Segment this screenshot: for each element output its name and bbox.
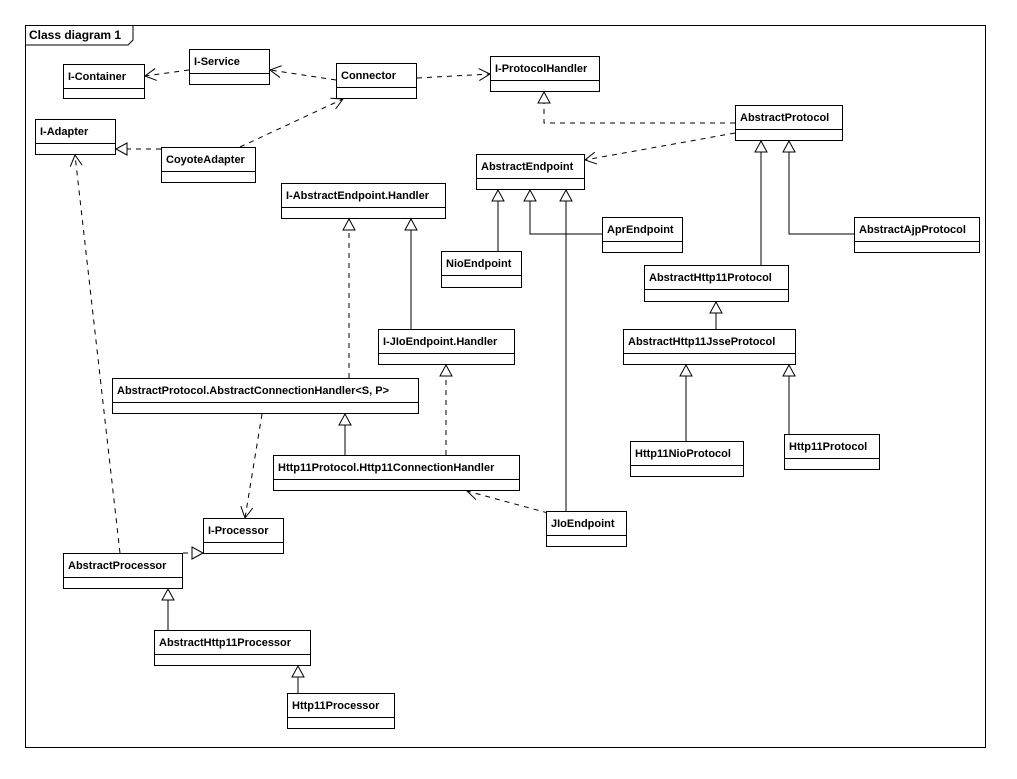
class-abstract-processor[interactable]: AbstractProcessor bbox=[63, 553, 183, 589]
class-jio-endpoint[interactable]: JIoEndpoint bbox=[546, 511, 627, 547]
class-name: AbstractProcessor bbox=[64, 554, 182, 578]
class-i-processor[interactable]: I-Processor bbox=[203, 518, 284, 554]
class-http11-nio-protocol[interactable]: Http11NioProtocol bbox=[630, 441, 744, 477]
class-name: AbstractHttp11JsseProtocol bbox=[624, 330, 795, 354]
class-http11-connection-handler[interactable]: Http11Protocol.Http11ConnectionHandler bbox=[273, 455, 520, 491]
class-nio-endpoint[interactable]: NioEndpoint bbox=[441, 251, 522, 288]
class-coyote-adapter[interactable]: CoyoteAdapter bbox=[161, 147, 256, 183]
class-name: AbstractProtocol.AbstractConnectionHandl… bbox=[113, 379, 418, 403]
class-i-protocol-handler[interactable]: I-ProtocolHandler bbox=[490, 56, 600, 92]
class-i-service[interactable]: I-Service bbox=[189, 49, 270, 85]
class-http11-protocol[interactable]: Http11Protocol bbox=[784, 434, 880, 470]
class-i-container[interactable]: I-Container bbox=[63, 64, 145, 99]
frame-title: Class diagram 1 bbox=[29, 28, 122, 42]
class-name: I-Service bbox=[190, 50, 269, 74]
class-name: AbstractHttp11Protocol bbox=[645, 266, 788, 290]
class-abstract-http11-protocol[interactable]: AbstractHttp11Protocol bbox=[644, 265, 789, 302]
class-name: I-Container bbox=[64, 65, 144, 89]
class-name: Http11Processor bbox=[288, 694, 394, 718]
class-name: Http11Protocol.Http11ConnectionHandler bbox=[274, 456, 519, 480]
class-i-adapter[interactable]: I-Adapter bbox=[35, 119, 116, 155]
class-http11-processor[interactable]: Http11Processor bbox=[287, 693, 395, 729]
class-name: I-Adapter bbox=[36, 120, 115, 144]
class-abstract-ajp-protocol[interactable]: AbstractAjpProtocol bbox=[854, 217, 980, 253]
class-name: AprEndpoint bbox=[603, 218, 682, 242]
class-name: AbstractAjpProtocol bbox=[855, 218, 979, 242]
class-apr-endpoint[interactable]: AprEndpoint bbox=[602, 217, 683, 253]
class-abstract-connection-handler[interactable]: AbstractProtocol.AbstractConnectionHandl… bbox=[112, 378, 419, 414]
class-name: AbstractEndpoint bbox=[477, 155, 584, 179]
class-i-abstract-endpoint-handler[interactable]: I-AbstractEndpoint.Handler bbox=[281, 183, 446, 219]
class-abstract-http11-processor[interactable]: AbstractHttp11Processor bbox=[154, 630, 311, 666]
class-name: Connector bbox=[337, 64, 416, 88]
class-name: AbstractProtocol bbox=[736, 106, 842, 130]
class-name: AbstractHttp11Processor bbox=[155, 631, 310, 655]
class-connector[interactable]: Connector bbox=[336, 63, 417, 99]
class-name: I-Processor bbox=[204, 519, 283, 543]
class-name: NioEndpoint bbox=[442, 252, 521, 276]
class-name: Http11Protocol bbox=[785, 435, 879, 459]
class-name: JIoEndpoint bbox=[547, 512, 626, 536]
class-abstract-http11-jsse-protocol[interactable]: AbstractHttp11JsseProtocol bbox=[623, 329, 796, 365]
class-name: I-JIoEndpoint.Handler bbox=[379, 330, 514, 354]
class-name: I-AbstractEndpoint.Handler bbox=[282, 184, 445, 208]
class-name: Http11NioProtocol bbox=[631, 442, 743, 466]
class-abstract-protocol[interactable]: AbstractProtocol bbox=[735, 105, 843, 141]
class-abstract-endpoint[interactable]: AbstractEndpoint bbox=[476, 154, 585, 190]
class-i-jio-endpoint-handler[interactable]: I-JIoEndpoint.Handler bbox=[378, 329, 515, 365]
class-name: CoyoteAdapter bbox=[162, 148, 255, 172]
class-name: I-ProtocolHandler bbox=[491, 57, 599, 81]
